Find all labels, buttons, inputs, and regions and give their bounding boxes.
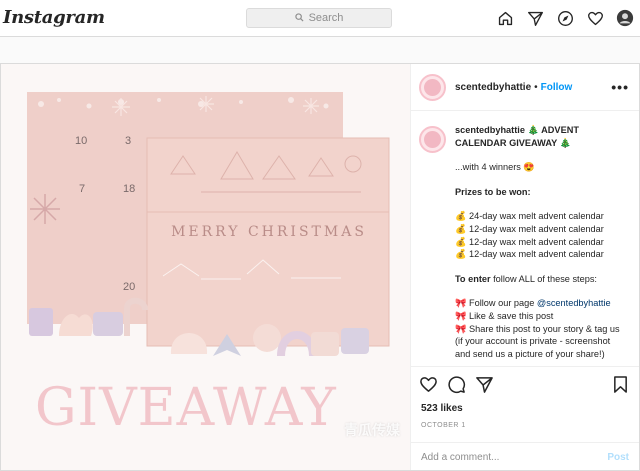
enter-text: follow ALL of these steps: <box>490 273 597 284</box>
calendar-number: 18 <box>123 183 135 195</box>
front-box-text: MERRY CHRISTMAS <box>171 224 367 240</box>
mention-link[interactable]: @scentedbyhattie <box>537 298 611 308</box>
post-image[interactable]: 10 3 7 18 20 MERRY CHRISTMAS GIVEAWAY 青瓜… <box>1 64 411 470</box>
prize-item: 💰 12-day wax melt advent calendar <box>455 249 604 260</box>
calendar-number: 10 <box>75 135 87 147</box>
explore-icon[interactable] <box>556 9 574 27</box>
search-placeholder: Search <box>308 12 344 24</box>
calendar-number: 3 <box>125 135 131 147</box>
bookmark-icon[interactable] <box>611 375 630 394</box>
giveaway-overlay-text: GIVEAWAY <box>35 378 337 438</box>
profile-avatar[interactable] <box>616 9 634 27</box>
more-options-icon[interactable]: ••• <box>611 79 629 95</box>
calendar-number: 20 <box>123 281 135 293</box>
prizes-heading: Prizes to be won: <box>455 186 531 197</box>
search-icon <box>294 9 304 27</box>
caption-avatar[interactable] <box>419 126 446 153</box>
caption-username[interactable]: scentedbyhattie <box>455 125 525 135</box>
calendar-number: 7 <box>79 183 85 195</box>
nav-icons <box>496 9 634 27</box>
like-heart-icon[interactable] <box>419 375 438 394</box>
comment-bar: Add a comment... Post <box>411 442 639 471</box>
enter-heading: To enter <box>455 273 491 284</box>
post-detail-pane: scentedbyhattie • Follow ••• scentedbyha… <box>411 64 639 470</box>
home-icon[interactable] <box>496 9 514 27</box>
post-date[interactable]: OCTOBER 1 <box>421 422 466 429</box>
post-card: 10 3 7 18 20 MERRY CHRISTMAS GIVEAWAY 青瓜… <box>0 63 640 471</box>
post-comment-button[interactable]: Post <box>607 452 629 463</box>
caption-winners: ...with 4 winners 😍 <box>455 162 535 173</box>
share-icon[interactable] <box>475 375 494 394</box>
user-avatar[interactable] <box>419 73 446 101</box>
direct-icon[interactable] <box>526 9 544 27</box>
comment-input[interactable]: Add a comment... <box>421 452 499 463</box>
caption-text: scentedbyhattie 🎄 ADVENT CALENDAR GIVEAW… <box>455 124 627 360</box>
search-box[interactable]: Search <box>246 8 392 28</box>
post-actions: 523 likes OCTOBER 1 Add a comment... Pos… <box>411 366 639 470</box>
activity-heart-icon[interactable] <box>586 9 604 27</box>
step-text: 🎀 Follow our page <box>455 298 537 309</box>
comment-icon[interactable] <box>447 375 466 394</box>
top-navigation-bar: Instagram Search <box>0 0 640 37</box>
prize-item: 💰 12-day wax melt advent calendar <box>455 223 604 234</box>
instagram-logo[interactable]: Instagram <box>3 7 105 28</box>
watermark: 青瓜传媒 <box>344 422 400 438</box>
prize-item: 💰 24-day wax melt advent calendar <box>455 211 604 222</box>
follow-button[interactable]: Follow <box>541 82 573 93</box>
separator-dot: • <box>534 81 538 93</box>
step-text: 🎀 Share this post to your story & tag us… <box>455 323 620 359</box>
likes-count[interactable]: 523 likes <box>421 403 463 414</box>
post-header: scentedbyhattie • Follow ••• <box>411 64 639 111</box>
post-username[interactable]: scentedbyhattie <box>455 82 531 93</box>
step-text: 🎀 Like & save this post <box>455 310 554 321</box>
prize-item: 💰 12-day wax melt advent calendar <box>455 236 604 247</box>
caption-area: scentedbyhattie 🎄 ADVENT CALENDAR GIVEAW… <box>411 112 639 366</box>
